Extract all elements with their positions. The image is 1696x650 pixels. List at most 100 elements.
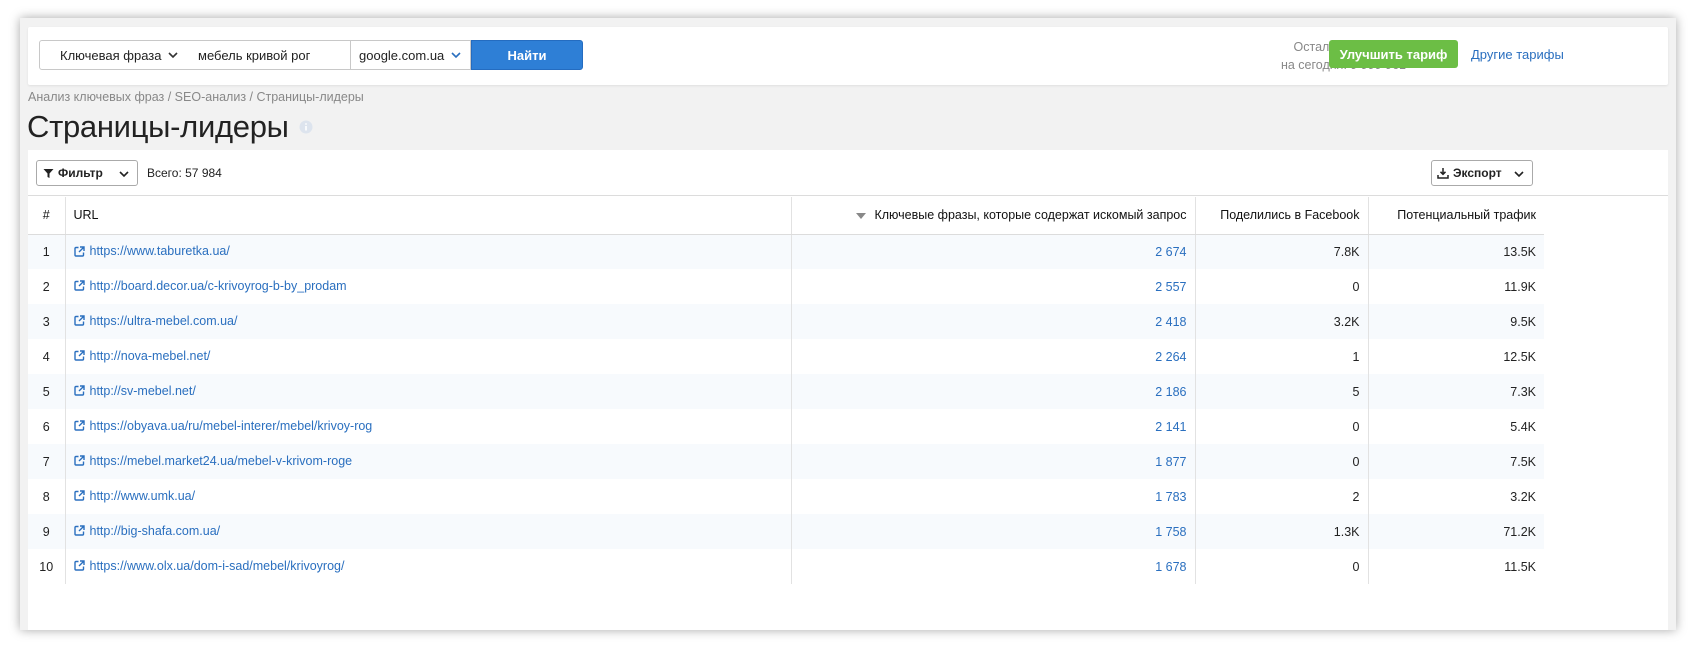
- row-url-link[interactable]: http://nova-mebel.net/: [73, 348, 211, 363]
- phrase-type-select[interactable]: Ключевая фраза: [39, 40, 188, 70]
- breadcrumb[interactable]: Анализ ключевых фраз / SEO-анализ / Стра…: [28, 90, 364, 104]
- table-row: 9 http://big-shafa.com.ua/ 1 758 1.3K 71…: [28, 514, 1544, 549]
- search-engine-select[interactable]: google.com.ua: [350, 40, 471, 70]
- search-bar: Ключевая фраза мебель кривой рог google.…: [28, 27, 1668, 85]
- row-num: 4: [28, 339, 66, 374]
- table-row: 5 http://sv-mebel.net/ 2 186 5 7.3K: [28, 374, 1544, 409]
- header-keywords[interactable]: Ключевые фразы, которые содержат искомый…: [791, 197, 1196, 235]
- header-url[interactable]: URL: [65, 197, 792, 235]
- external-link-icon: [73, 420, 85, 431]
- row-traffic: 71.2K: [1368, 514, 1544, 549]
- row-url-link[interactable]: https://ultra-mebel.com.ua/: [73, 313, 238, 328]
- row-keywords[interactable]: 1 783: [791, 479, 1196, 514]
- row-num: 9: [28, 514, 66, 549]
- external-link-icon: [73, 350, 85, 361]
- row-url-text: https://www.taburetka.ua/: [89, 244, 230, 258]
- row-keywords[interactable]: 2 418: [791, 304, 1196, 339]
- row-keywords[interactable]: 2 186: [791, 374, 1196, 409]
- sort-desc-icon: [856, 212, 867, 219]
- table-row: 6 https://obyava.ua/ru/mebel-interer/meb…: [28, 409, 1544, 444]
- table-row: 7 https://mebel.market24.ua/mebel-v-kriv…: [28, 444, 1544, 479]
- row-url-text: https://ultra-mebel.com.ua/: [89, 313, 238, 328]
- row-keywords[interactable]: 2 674: [791, 234, 1196, 269]
- table-row: 3 https://ultra-mebel.com.ua/ 2 418 3.2K…: [28, 304, 1544, 339]
- row-traffic: 12.5K: [1503, 349, 1536, 364]
- table-row: 1 https://www.taburetka.ua/ 2 674 7.8K 1…: [28, 234, 1544, 269]
- results-panel: Фильтр Всего: 57 984 Экспорт # URL Ключе…: [28, 150, 1668, 630]
- row-url-text: http://www.umk.ua/: [89, 488, 196, 503]
- header-facebook[interactable]: Поделились в Facebook: [1195, 197, 1369, 235]
- external-link-icon: [73, 560, 85, 571]
- row-traffic: 7.5K: [1368, 444, 1544, 479]
- row-facebook: 5: [1195, 374, 1369, 409]
- row-url-text: http://nova-mebel.net/: [89, 348, 211, 363]
- row-url-link[interactable]: http://big-shafa.com.ua/: [73, 524, 220, 538]
- table-header-row: # URL Ключевые фразы, которые содержат и…: [28, 197, 1544, 235]
- row-num: 5: [28, 374, 66, 409]
- external-link-icon: [73, 525, 85, 536]
- row-url-link[interactable]: http://board.decor.ua/c-krivoyrog-b-by_p…: [73, 278, 347, 293]
- row-num: 8: [28, 479, 66, 514]
- upgrade-tariff-button[interactable]: Улучшить тариф: [1329, 40, 1458, 68]
- row-traffic: 11.9K: [1504, 279, 1536, 294]
- row-keywords[interactable]: 1 758: [791, 514, 1196, 549]
- row-url-cell: https://obyava.ua/ru/mebel-interer/mebel…: [65, 409, 792, 444]
- find-button[interactable]: Найти: [471, 40, 583, 70]
- row-url-link[interactable]: https://obyava.ua/ru/mebel-interer/mebel…: [73, 418, 373, 433]
- row-url-link[interactable]: http://sv-mebel.net/: [73, 383, 196, 398]
- external-link-icon: [73, 315, 85, 326]
- row-url-cell: http://sv-mebel.net/: [65, 374, 792, 409]
- row-num: 1: [28, 234, 66, 269]
- filter-label: Фильтр: [58, 166, 103, 180]
- row-keywords[interactable]: 1 877: [791, 444, 1196, 479]
- app-window: Ключевая фраза мебель кривой рог google.…: [20, 18, 1676, 630]
- row-num: 7: [28, 444, 66, 479]
- row-url-link[interactable]: http://www.umk.ua/: [73, 488, 196, 503]
- external-link-icon: [73, 385, 85, 396]
- header-traffic[interactable]: Потенциальный трафик: [1368, 197, 1544, 235]
- row-traffic: 9.5K: [1368, 304, 1544, 339]
- row-url-link[interactable]: https://mebel.market24.ua/mebel-v-krivom…: [73, 454, 352, 468]
- row-num: 3: [28, 304, 66, 339]
- row-url-text: http://board.decor.ua/c-krivoyrog-b-by_p…: [89, 278, 347, 293]
- row-num: 10: [28, 549, 66, 584]
- row-url-text: http://sv-mebel.net/: [89, 383, 196, 398]
- row-traffic: 13.5K: [1368, 234, 1544, 269]
- external-link-icon: [73, 280, 85, 291]
- external-link-icon: [73, 490, 85, 501]
- row-url-cell: http://big-shafa.com.ua/: [65, 514, 792, 549]
- export-label: Экспорт: [1453, 166, 1502, 180]
- download-icon: [1437, 168, 1449, 179]
- row-url-cell: https://www.olx.ua/dom-i-sad/mebel/krivo…: [65, 549, 792, 584]
- row-url-cell: http://nova-mebel.net/: [65, 339, 792, 374]
- row-traffic: 5.4K: [1510, 419, 1536, 434]
- filter-icon: [43, 168, 54, 178]
- chevron-down-icon: [1514, 171, 1524, 178]
- results-toolbar: Фильтр Всего: 57 984 Экспорт: [28, 150, 1668, 196]
- row-keywords[interactable]: 1 678: [791, 549, 1196, 584]
- row-num: 2: [28, 269, 66, 304]
- row-facebook: 3.2K: [1195, 304, 1369, 339]
- row-facebook: 0: [1195, 409, 1369, 444]
- row-url-text: https://obyava.ua/ru/mebel-interer/mebel…: [89, 418, 373, 433]
- row-url-link[interactable]: https://www.taburetka.ua/: [73, 244, 230, 258]
- other-tariffs-link[interactable]: Другие тарифы: [1471, 47, 1564, 62]
- search-input[interactable]: мебель кривой рог: [187, 40, 351, 70]
- row-keywords[interactable]: 2 264: [791, 339, 1196, 374]
- row-facebook: 2: [1195, 479, 1369, 514]
- external-link-icon: [73, 455, 85, 466]
- chevron-down-icon: [168, 52, 178, 59]
- filter-button[interactable]: Фильтр: [36, 160, 138, 186]
- export-button[interactable]: Экспорт: [1431, 160, 1533, 186]
- chevron-down-icon: [451, 52, 461, 59]
- search-input-value: мебель кривой рог: [198, 47, 311, 63]
- table-row: 10 https://www.olx.ua/dom-i-sad/mebel/kr…: [28, 549, 1544, 584]
- row-keywords[interactable]: 2 141: [791, 409, 1196, 444]
- row-traffic: 7.3K: [1368, 374, 1544, 409]
- row-keywords[interactable]: 2 557: [791, 269, 1196, 304]
- results-table: # URL Ключевые фразы, которые содержат и…: [28, 197, 1544, 584]
- row-facebook: 1: [1195, 339, 1369, 374]
- row-url-link[interactable]: https://www.olx.ua/dom-i-sad/mebel/krivo…: [73, 559, 344, 573]
- table-row: 2 http://board.decor.ua/c-krivoyrog-b-by…: [28, 269, 1544, 304]
- info-icon[interactable]: [299, 120, 313, 134]
